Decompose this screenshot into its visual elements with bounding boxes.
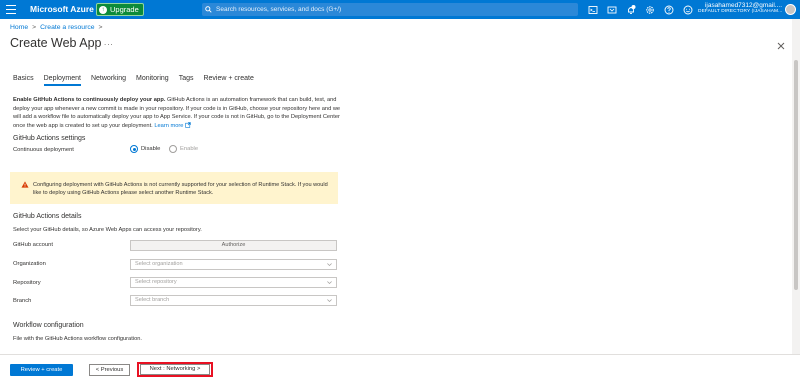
workflow-heading: Workflow configuration xyxy=(13,322,84,329)
user-directory: DEFAULT DIRECTORY (IJASAHAM... xyxy=(698,9,783,14)
warning-icon xyxy=(21,181,29,188)
tab-basics[interactable]: Basics xyxy=(13,75,34,86)
enable-radio-dot xyxy=(169,145,177,153)
tab-deployment[interactable]: Deployment xyxy=(43,75,82,86)
upgrade-button[interactable]: ↑ Upgrade xyxy=(96,3,144,16)
chevron-down-icon xyxy=(327,281,332,285)
user-email: ijasahamed7312@gmail.... xyxy=(704,2,782,9)
brand-title[interactable]: Microsoft Azure xyxy=(30,4,94,14)
hamburger-menu-icon[interactable] xyxy=(6,5,16,14)
breadcrumb-separator: > xyxy=(32,24,37,31)
tab-networking[interactable]: Networking xyxy=(91,75,126,86)
disable-radio-dot xyxy=(130,145,138,153)
github-settings-heading: GitHub Actions settings xyxy=(13,135,86,142)
search-icon xyxy=(205,6,212,13)
repository-select[interactable]: Select repository xyxy=(130,277,337,288)
review-create-button[interactable]: Review + create xyxy=(10,364,73,376)
avatar[interactable] xyxy=(785,4,796,15)
organization-label: Organization xyxy=(13,261,46,267)
tab-monitoring[interactable]: Monitoring xyxy=(136,75,169,86)
more-options-icon[interactable]: ... xyxy=(104,38,114,47)
upgrade-label: Upgrade xyxy=(110,5,139,14)
breadcrumb-separator: > xyxy=(98,24,103,31)
search-placeholder: Search resources, services, and docs (G+… xyxy=(216,6,342,13)
authorize-button[interactable]: Authorize xyxy=(130,240,337,251)
notifications-icon[interactable] xyxy=(626,4,636,15)
cloud-shell-icon[interactable] xyxy=(588,5,598,15)
runtime-warning: Configuring deployment with GitHub Actio… xyxy=(10,172,338,204)
breadcrumb-create-resource[interactable]: Create a resource xyxy=(40,24,94,31)
top-bar-icons xyxy=(588,3,693,16)
github-account-label: GitHub account xyxy=(13,242,53,248)
breadcrumb: Home > Create a resource > xyxy=(10,24,103,31)
settings-icon[interactable] xyxy=(645,5,655,15)
enable-radio[interactable]: Enable xyxy=(169,145,198,153)
chevron-down-icon xyxy=(327,299,332,303)
external-link-icon xyxy=(185,121,191,128)
tab-bar: Basics Deployment Networking Monitoring … xyxy=(13,75,264,86)
workflow-desc: File with the GitHub Actions workflow co… xyxy=(13,336,142,342)
directory-filter-icon[interactable] xyxy=(607,5,617,15)
github-details-desc: Select your GitHub details, so Azure Web… xyxy=(13,227,202,233)
intro-bold: Enable GitHub Actions to continuously de… xyxy=(13,97,166,103)
tab-review-create[interactable]: Review + create xyxy=(203,75,253,86)
previous-button[interactable]: < Previous xyxy=(89,364,130,376)
intro-text: Enable GitHub Actions to continuously de… xyxy=(13,96,345,130)
repository-placeholder: Select repository xyxy=(135,279,177,285)
github-details-heading: GitHub Actions details xyxy=(13,213,82,220)
organization-select[interactable]: Select organization xyxy=(130,259,337,270)
scrollbar-thumb[interactable] xyxy=(794,60,798,290)
close-icon[interactable] xyxy=(776,38,786,50)
chevron-down-icon xyxy=(327,263,332,267)
upgrade-icon: ↑ xyxy=(99,5,107,14)
branch-label: Branch xyxy=(13,298,32,304)
enable-label: Enable xyxy=(180,146,199,152)
warning-text: Configuring deployment with GitHub Actio… xyxy=(33,182,328,196)
top-bar: Microsoft Azure ↑ Upgrade Search resourc… xyxy=(0,0,800,19)
breadcrumb-home[interactable]: Home xyxy=(10,24,28,31)
next-networking-button[interactable]: Next : Networking > xyxy=(140,364,210,375)
feedback-icon[interactable] xyxy=(683,5,693,15)
account-info[interactable]: ijasahamed7312@gmail.... DEFAULT DIRECTO… xyxy=(698,2,782,14)
search-input[interactable]: Search resources, services, and docs (G+… xyxy=(202,3,578,16)
tab-tags[interactable]: Tags xyxy=(179,75,194,86)
branch-select[interactable]: Select branch xyxy=(130,295,337,306)
continuous-deployment-label: Continuous deployment xyxy=(13,147,74,153)
disable-radio[interactable]: Disable xyxy=(130,145,160,153)
branch-placeholder: Select branch xyxy=(135,297,170,303)
help-icon[interactable] xyxy=(664,5,674,15)
organization-placeholder: Select organization xyxy=(135,261,183,267)
page-title: Create Web App xyxy=(10,36,102,50)
repository-label: Repository xyxy=(13,280,41,286)
disable-label: Disable xyxy=(141,146,161,152)
learn-more-link[interactable]: Learn more xyxy=(154,123,183,129)
